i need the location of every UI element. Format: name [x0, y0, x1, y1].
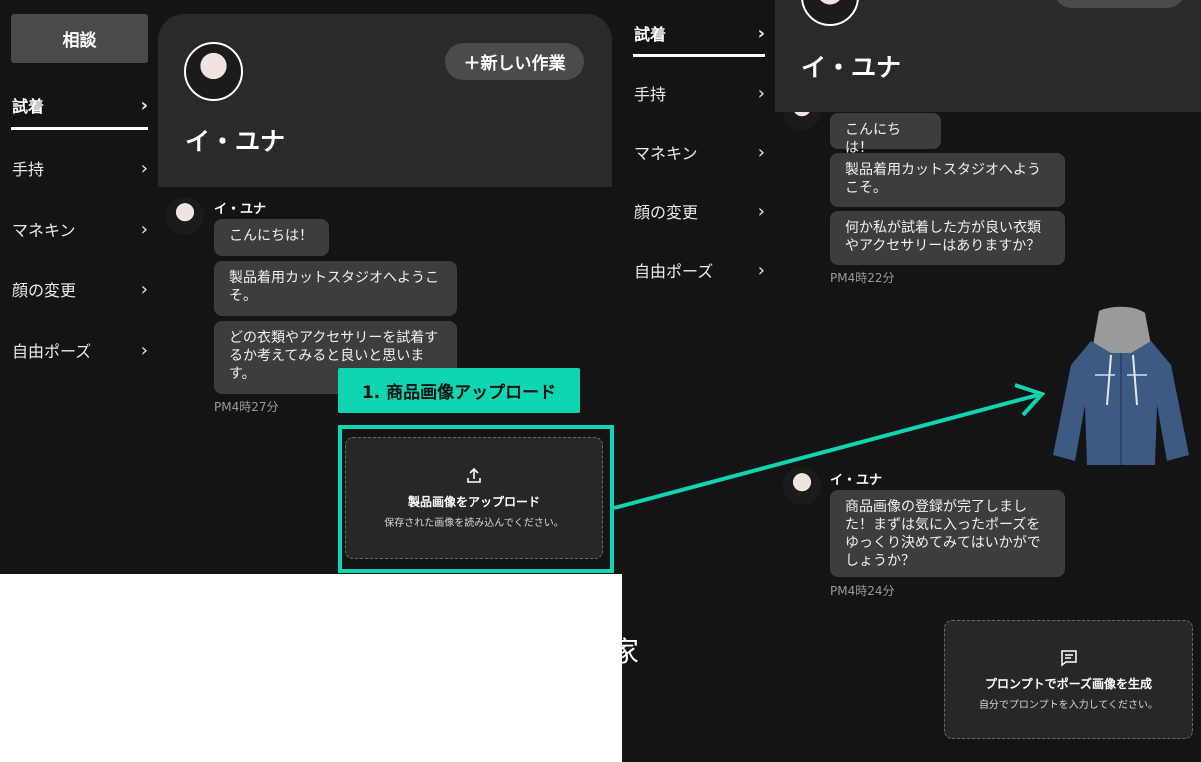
sidebar-item-label: 手持 — [12, 160, 45, 179]
message-sender: イ・ユナ — [214, 202, 267, 217]
sidebar-item-label: マネキン — [12, 221, 76, 240]
message-time: PM4時24分 — [830, 584, 895, 598]
chevron-right-icon: › — [140, 339, 148, 361]
chevron-right-icon: › — [140, 218, 148, 240]
avatar — [783, 467, 821, 505]
sidebar-item-face-change[interactable]: 顔の変更 › — [12, 277, 148, 301]
sidebar-item-label: 顔の変更 — [12, 281, 77, 300]
upload-title: 製品画像をアップロード — [407, 495, 540, 509]
sidebar-item-mannequin[interactable]: マネキン › — [634, 140, 765, 164]
chevron-right-icon: › — [757, 22, 765, 44]
chat-bubble: 製品着用カットスタジオへようこそ。 — [214, 261, 457, 316]
chat-bubble: こんにちは！ — [214, 219, 329, 256]
sidebar-item-try-on[interactable]: 試着 › — [12, 93, 148, 117]
avatar — [184, 42, 243, 101]
upload-subtitle: 保存された画像を読み込んでください。 — [384, 518, 564, 529]
chevron-right-icon: › — [757, 141, 765, 163]
upload-dropzone[interactable]: 製品画像をアップロード 保存された画像を読み込んでください。 — [345, 437, 603, 559]
message-icon — [1060, 649, 1077, 666]
sidebar-item-label: 試着 — [634, 25, 667, 44]
chat-bubble: 何か私が試着した方が良い衣類やアクセサリーはありますか？ — [830, 211, 1065, 265]
profile-card — [158, 14, 612, 187]
sidebar-item-label: マネキン — [634, 144, 698, 163]
prompt-generate-box[interactable]: プロンプトでポーズ画像を生成 自分でプロンプトを入力してください。 — [944, 620, 1193, 739]
sidebar-item-free-pose[interactable]: 自由ポーズ › — [12, 338, 148, 362]
chat-bubble: 商品画像の登録が完了しました！まずは気に入ったポーズをゆっくり決めてみてはいかが… — [830, 490, 1065, 577]
message-time: PM4時22分 — [830, 271, 895, 285]
prompt-subtitle: 自分でプロンプトを入力してください。 — [978, 699, 1159, 711]
sidebar-item-try-on[interactable]: 試着 › — [634, 21, 765, 45]
active-tab-indicator — [633, 54, 765, 57]
sidebar-item-handheld[interactable]: 手持 › — [12, 156, 148, 180]
chevron-right-icon: › — [140, 157, 148, 179]
clipped-text: 家 — [611, 635, 640, 668]
chevron-right-icon: › — [757, 200, 765, 222]
sidebar-item-label: 試着 — [12, 97, 45, 116]
sidebar-item-label: 顔の変更 — [634, 203, 699, 222]
active-tab-indicator — [11, 127, 148, 130]
prompt-title: プロンプトでポーズ画像を生成 — [984, 676, 1153, 691]
consult-button[interactable]: 相談 — [11, 14, 148, 63]
sidebar-item-label: 自由ポーズ — [12, 342, 92, 361]
message-time: PM4時27分 — [214, 400, 279, 414]
avatar — [166, 197, 204, 235]
white-panel — [0, 574, 622, 762]
chat-bubble: 製品着用カットスタジオへようこそ。 — [830, 153, 1065, 207]
chevron-right-icon: › — [757, 82, 765, 104]
sidebar-item-free-pose[interactable]: 自由ポーズ › — [634, 258, 765, 282]
chevron-right-icon: › — [757, 259, 765, 281]
sidebar-item-label: 手持 — [634, 85, 667, 104]
message-sender: イ・ユナ — [830, 473, 883, 488]
product-jacket-image — [1053, 306, 1189, 465]
profile-name: イ・ユナ — [185, 127, 286, 156]
sidebar-item-label: 自由ポーズ — [634, 262, 714, 281]
chat-bubble: こんにちは！ — [830, 113, 941, 156]
new-work-button[interactable] — [1054, 0, 1185, 8]
upload-icon — [467, 467, 481, 483]
sidebar-item-mannequin[interactable]: マネキン › — [12, 217, 148, 241]
sidebar-item-face-change[interactable]: 顔の変更 › — [634, 199, 765, 223]
sidebar-item-handheld[interactable]: 手持 › — [634, 81, 765, 105]
chevron-right-icon: › — [140, 278, 148, 300]
step-callout-label: 1. 商品画像アップロード — [338, 368, 580, 413]
chevron-right-icon: › — [140, 94, 148, 116]
new-work-button[interactable]: ＋新しい作業 — [445, 43, 584, 80]
profile-name: イ・ユナ — [801, 53, 902, 82]
